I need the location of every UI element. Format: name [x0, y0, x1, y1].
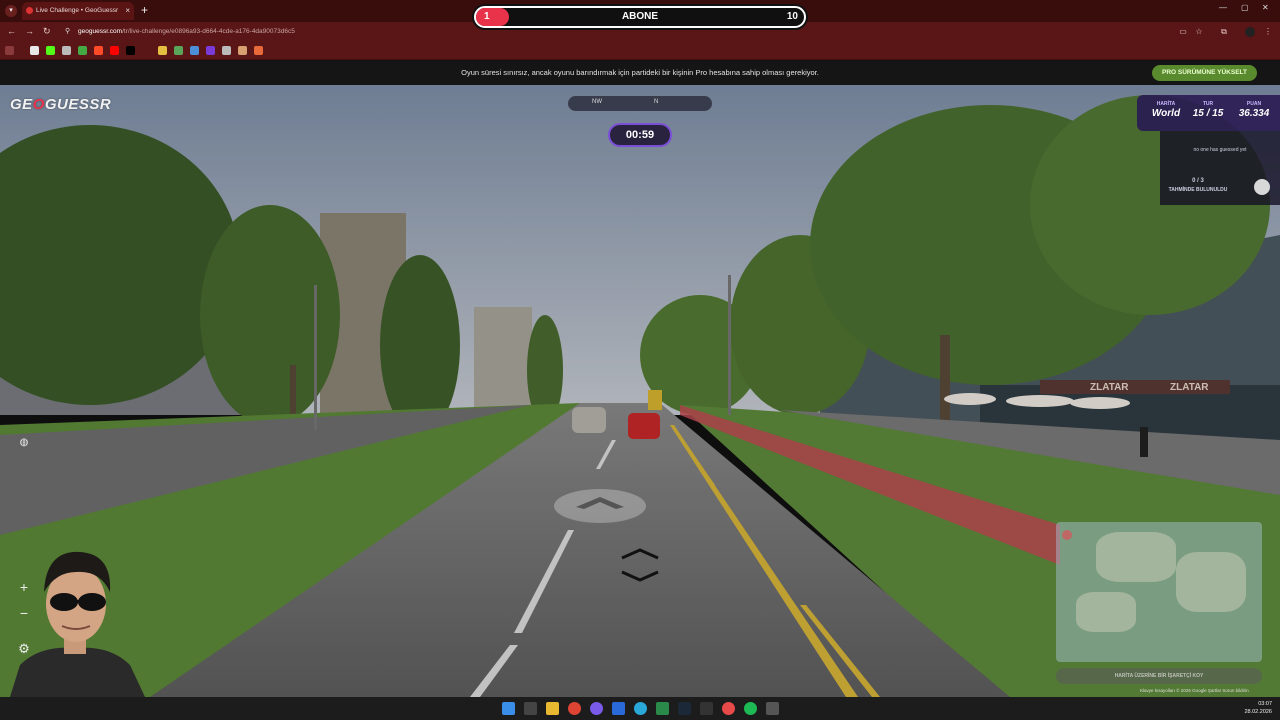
logo-text-suffix: GUESSR — [44, 96, 112, 113]
forward-icon[interactable]: → — [25, 26, 34, 36]
extensions-icon[interactable]: ⧉ — [1219, 27, 1229, 37]
round-timer: 00:59 — [608, 123, 672, 147]
bookmark-x-icon[interactable] — [126, 46, 135, 55]
guess-count: 0 / 3 — [1192, 178, 1204, 184]
minimize-icon[interactable]: — — [1219, 3, 1227, 12]
hud-round: TUR 15 / 15 — [1189, 101, 1227, 119]
pan-arrows[interactable] — [620, 548, 660, 589]
tab-title: Live Challenge • GeoGuessr — [36, 7, 119, 14]
hud-round-value: 15 / 15 — [1192, 108, 1224, 119]
cast-icon[interactable]: ▭ — [1178, 27, 1188, 37]
bookmark-icon[interactable] — [222, 46, 231, 55]
compass-n: N — [654, 99, 659, 105]
clock-time: 03:07 — [1258, 701, 1272, 707]
hud-score-value: 36.334 — [1238, 108, 1270, 119]
bookmark-youtube-icon[interactable] — [110, 46, 119, 55]
app-icon[interactable] — [612, 702, 625, 715]
bookmark-icon[interactable] — [238, 46, 247, 55]
windows-taskbar: 03:07 28.02.2026 — [0, 697, 1280, 720]
system-clock[interactable]: 03:07 28.02.2026 — [1244, 700, 1272, 716]
geoguessr-favicon-icon — [26, 7, 33, 14]
search-icon[interactable] — [524, 702, 537, 715]
hud-score-label: PUAN — [1246, 101, 1262, 107]
new-tab-button[interactable]: + — [141, 2, 148, 18]
browser-tab-active[interactable]: Live Challenge • GeoGuessr × — [22, 2, 134, 20]
pro-info-banner: Oyun süresi sınırsız, ancak oyunu barınd… — [0, 61, 1280, 85]
bookmark-icon[interactable] — [206, 46, 215, 55]
banner-message: Oyun süresi sınırsız, ancak oyunu barınd… — [461, 68, 819, 77]
map-attribution: Klavye kısayolları © 2026 Google Şartlar… — [1140, 688, 1249, 693]
app-icon[interactable] — [722, 702, 735, 715]
chat-icon[interactable]: ◍ — [13, 432, 35, 454]
bookmark-icon[interactable] — [190, 46, 199, 55]
app-icon[interactable] — [590, 702, 603, 715]
spotify-icon[interactable] — [744, 702, 757, 715]
place-marker-button[interactable]: HARİTA ÜZERİNE BİR İŞARETÇİ KOY — [1056, 668, 1262, 684]
logo-text-o: O — [32, 96, 45, 113]
telegram-icon[interactable] — [634, 702, 647, 715]
no-guess-text: no one has guessed yet — [1193, 147, 1247, 153]
menu-icon[interactable]: ⋮ — [1263, 27, 1273, 37]
subscriber-goal-bar: 1 ABONE 10 — [472, 4, 808, 30]
map-land — [1176, 552, 1246, 612]
bookmark-icon[interactable] — [174, 46, 183, 55]
close-window-icon[interactable]: ✕ — [1262, 3, 1269, 12]
goal-target: 10 — [786, 11, 798, 22]
guess-status-panel: no one has guessed yet 0 / 3 TAHMİNDE BU… — [1160, 131, 1280, 205]
hud-map-value: World — [1151, 108, 1181, 119]
app-icon[interactable] — [656, 702, 669, 715]
hud-score: PUAN 36.334 — [1233, 101, 1275, 119]
bookmark-icon[interactable] — [78, 46, 87, 55]
site-info-icon[interactable]: ⚲ — [65, 25, 70, 39]
screen: ▾ Live Challenge • GeoGuessr × + — ▢ ✕ ←… — [0, 0, 1280, 720]
steam-icon[interactable] — [678, 702, 691, 715]
bookmark-star-icon[interactable]: ☆ — [1194, 27, 1204, 37]
file-explorer-icon[interactable] — [546, 702, 559, 715]
compass-nw: NW — [592, 99, 602, 105]
logo-text-prefix: GE — [10, 96, 33, 113]
chrome-icon[interactable] — [568, 702, 581, 715]
profile-avatar-icon[interactable] — [1245, 27, 1255, 37]
app-icon[interactable] — [766, 702, 779, 715]
bookmark-kick-icon[interactable] — [46, 46, 55, 55]
bookmarks-bar — [0, 42, 1280, 60]
app-icon[interactable] — [700, 702, 713, 715]
hud-map-label: HARİTA — [1156, 101, 1176, 107]
compass-strip: NW N — [568, 96, 712, 111]
upgrade-pro-button[interactable]: PRO SÜRÜMÜNE YÜKSELT — [1152, 65, 1257, 81]
start-icon[interactable] — [502, 702, 515, 715]
guess-minimap[interactable] — [1056, 522, 1262, 662]
hud-round-label: TUR — [1202, 101, 1214, 107]
map-land — [1096, 532, 1176, 582]
hud-map: HARİTA World — [1151, 101, 1181, 119]
geoguessr-logo[interactable]: GEOGUESSR — [10, 96, 111, 113]
goal-label: ABONE — [621, 11, 659, 22]
map-land — [1076, 592, 1136, 632]
guessed-label: TAHMİNDE BULUNULDU — [1168, 187, 1228, 193]
forward-arrow-icon — [576, 497, 624, 509]
streamer-avatar — [10, 551, 145, 697]
guess-toggle[interactable] — [1254, 179, 1270, 195]
bookmark-icon[interactable] — [94, 46, 103, 55]
clock-date: 28.02.2026 — [1244, 709, 1272, 715]
url-host: geoguessr.com — [78, 28, 123, 35]
bookmark-icon[interactable] — [62, 46, 71, 55]
bookmark-folder-icon[interactable] — [158, 46, 167, 55]
bookmark-icon[interactable] — [254, 46, 263, 55]
game-status-panel: HARİTA World TUR 15 / 15 PUAN 36.334 — [1137, 95, 1280, 131]
bookmark-gmail-icon[interactable] — [30, 46, 39, 55]
map-pin-icon[interactable] — [1062, 530, 1072, 540]
chevron-up-down-icon — [621, 548, 659, 582]
url-path: /tr/live-challenge/e0896a93-d664-4cde-a1… — [122, 28, 295, 35]
tab-search-icon[interactable]: ▾ — [5, 5, 17, 17]
reload-icon[interactable]: ↻ — [43, 26, 51, 37]
maximize-icon[interactable]: ▢ — [1241, 3, 1249, 12]
move-forward-ring[interactable] — [554, 489, 646, 523]
apps-icon[interactable] — [5, 46, 14, 55]
back-icon[interactable]: ← — [7, 26, 16, 36]
close-tab-icon[interactable]: × — [125, 2, 130, 20]
